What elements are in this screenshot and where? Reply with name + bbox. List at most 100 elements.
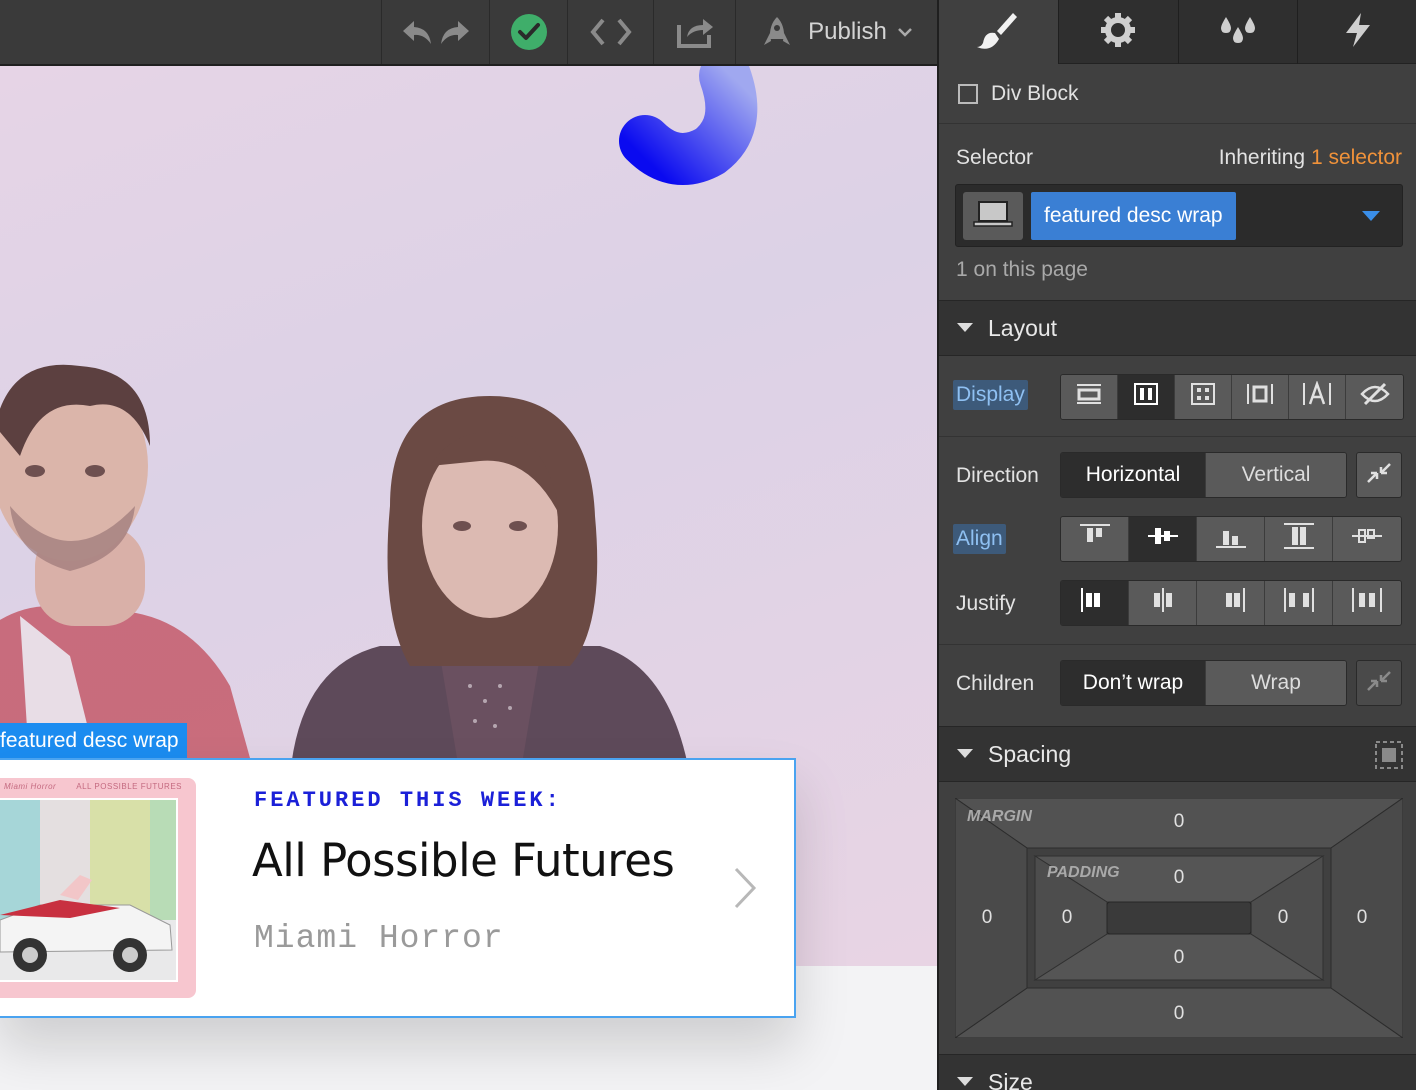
inheriting-selector-link[interactable]: 1 selector <box>1311 146 1402 169</box>
featured-kicker-text: FEATURED THIS WEEK: <box>254 788 562 813</box>
collapse-triangle-icon <box>957 323 973 332</box>
device-state-button[interactable] <box>963 192 1023 240</box>
justify-center-icon <box>1147 586 1179 620</box>
album-art-title-text: ALL POSSIBLE FUTURES <box>76 782 182 791</box>
lightning-icon <box>1343 12 1373 53</box>
align-label[interactable]: Align <box>953 524 1006 554</box>
reverse-wrap-button[interactable] <box>1356 660 1402 706</box>
size-section-header[interactable]: Size <box>939 1054 1416 1090</box>
check-circle-icon[interactable] <box>510 13 548 51</box>
tab-style[interactable] <box>939 0 1059 64</box>
element-type-label: Div Block <box>991 82 1079 105</box>
align-top-icon <box>1079 523 1111 555</box>
align-stretch-icon <box>1283 522 1315 556</box>
reverse-arrows-icon <box>1364 666 1394 701</box>
justify-space-between-button[interactable] <box>1265 581 1333 625</box>
inheriting-info: Inheriting 1 selector <box>1219 146 1402 170</box>
direction-vertical-button[interactable]: Vertical <box>1206 453 1346 497</box>
person-left-photo <box>0 356 260 776</box>
eye-slash-icon <box>1359 382 1390 412</box>
padding-left-value[interactable]: 0 <box>1052 907 1082 929</box>
undo-redo-group <box>381 0 489 64</box>
album-cover[interactable]: Miami Horror ALL POSSIBLE FUTURES <box>0 778 196 998</box>
album-art-artist-text: Miami Horror <box>4 782 57 791</box>
collapse-triangle-icon <box>957 1077 973 1086</box>
align-center-icon <box>1147 523 1179 555</box>
children-label: Children <box>956 672 1035 695</box>
person-right-photo <box>270 396 710 776</box>
align-baseline-button[interactable] <box>1333 517 1401 561</box>
display-flex-button[interactable] <box>1118 375 1175 419</box>
laptop-icon <box>973 199 1013 234</box>
padding-bottom-value[interactable]: 0 <box>1164 947 1194 969</box>
spacing-section-header[interactable]: Spacing <box>939 726 1416 782</box>
justify-start-button[interactable] <box>1061 581 1129 625</box>
display-inline-block-button[interactable] <box>1232 375 1289 419</box>
margin-bottom-value[interactable]: 0 <box>1164 1003 1194 1025</box>
code-brackets-icon[interactable] <box>589 17 632 47</box>
panel-tabs <box>939 0 1416 64</box>
album-art-image <box>0 798 178 982</box>
align-end-button[interactable] <box>1197 517 1265 561</box>
direction-horizontal-button[interactable]: Horizontal <box>1061 453 1206 497</box>
display-block-icon <box>1076 382 1102 412</box>
box-model-graphic <box>955 798 1403 1038</box>
element-row: Div Block <box>939 64 1416 124</box>
justify-end-button[interactable] <box>1197 581 1265 625</box>
publish-button[interactable]: Publish <box>735 0 937 64</box>
layout-section-header[interactable]: Layout <box>939 300 1416 356</box>
wrap-button[interactable]: Wrap <box>1206 661 1346 705</box>
direction-toggle: Horizontal Vertical <box>1060 452 1347 498</box>
chevron-right-icon[interactable] <box>732 866 758 915</box>
selector-dropdown-caret-icon[interactable] <box>1362 211 1380 221</box>
margin-top-value[interactable]: 0 <box>1164 811 1194 833</box>
inheriting-prefix: Inheriting <box>1218 146 1306 169</box>
display-inline-button[interactable] <box>1289 375 1346 419</box>
margin-right-value[interactable]: 0 <box>1347 907 1377 929</box>
undo-icon[interactable] <box>400 17 434 47</box>
margin-label: MARGIN <box>967 808 1032 825</box>
reverse-direction-button[interactable] <box>1356 452 1402 498</box>
display-none-button[interactable] <box>1346 375 1403 419</box>
selector-count-text: 1 on this page <box>956 258 1088 281</box>
element-checkbox[interactable] <box>958 84 978 104</box>
redo-icon[interactable] <box>438 17 472 47</box>
tab-settings[interactable] <box>1059 0 1179 64</box>
display-block-button[interactable] <box>1061 375 1118 419</box>
export-icon[interactable] <box>675 15 715 49</box>
children-wrap-toggle: Don’t wrap Wrap <box>1060 660 1347 706</box>
justify-space-around-button[interactable] <box>1333 581 1401 625</box>
justify-center-button[interactable] <box>1129 581 1197 625</box>
justify-space-between-icon <box>1283 586 1315 620</box>
padding-label: PADDING <box>1047 864 1120 881</box>
dont-wrap-button[interactable]: Don’t wrap <box>1061 661 1206 705</box>
chevron-down-icon <box>897 27 913 37</box>
padding-top-value[interactable]: 0 <box>1164 867 1194 889</box>
spacing-preset-icon[interactable] <box>1374 740 1404 775</box>
tab-style-manager[interactable] <box>1179 0 1299 64</box>
padding-right-value[interactable]: 0 <box>1268 907 1298 929</box>
display-inline-text-icon <box>1302 380 1332 413</box>
designer-toolbar: Publish <box>0 0 937 66</box>
justify-start-icon <box>1079 586 1111 620</box>
blue-arc-graphic <box>619 66 758 185</box>
code-group <box>567 0 653 64</box>
gear-icon <box>1100 12 1136 53</box>
design-canvas[interactable]: featured desc wrap Miami Horror ALL POSS… <box>0 66 937 1090</box>
featured-desc-wrap-card[interactable]: Miami Horror ALL POSSIBLE FUTURES FEATUR… <box>0 758 796 1018</box>
display-label[interactable]: Display <box>953 380 1028 410</box>
margin-left-value[interactable]: 0 <box>972 907 1002 929</box>
justify-end-icon <box>1215 586 1247 620</box>
selector-field[interactable]: featured desc wrap <box>955 184 1403 247</box>
align-start-button[interactable] <box>1061 517 1129 561</box>
justify-options <box>1060 580 1402 626</box>
selected-element-label: featured desc wrap <box>0 723 187 758</box>
style-panel: Div Block Selector Inheriting 1 selector… <box>937 0 1416 1090</box>
tab-interactions[interactable] <box>1298 0 1416 64</box>
class-selector-tag[interactable]: featured desc wrap <box>1031 192 1236 240</box>
align-baseline-icon <box>1351 523 1383 555</box>
align-stretch-button[interactable] <box>1265 517 1333 561</box>
align-center-button[interactable] <box>1129 517 1197 561</box>
status-group <box>489 0 567 64</box>
display-grid-button[interactable] <box>1175 375 1232 419</box>
